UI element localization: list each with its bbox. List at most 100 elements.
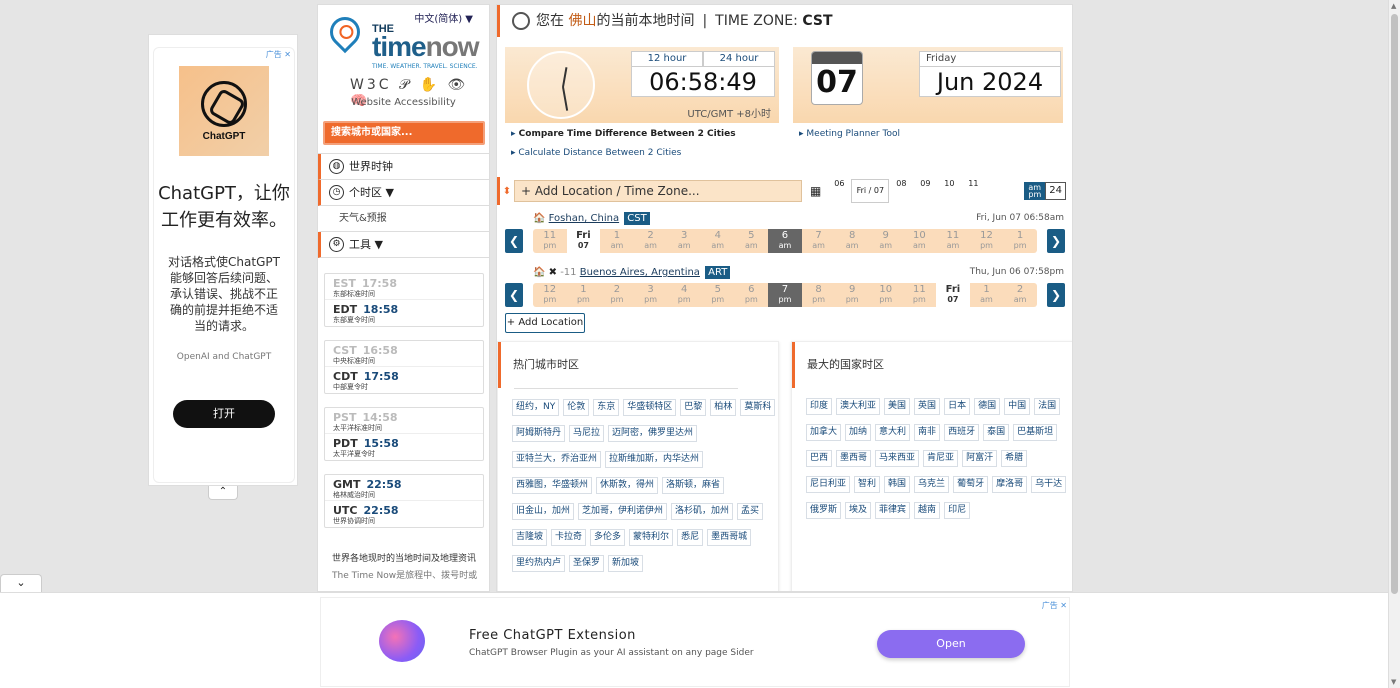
popular-city-link[interactable]: 蒙特利尔 — [629, 529, 674, 546]
date-item-selected[interactable]: Fri / 07 — [851, 179, 890, 203]
popular-city-link[interactable]: 圣保罗 — [569, 555, 605, 572]
hour-cell[interactable]: 3 am — [667, 229, 701, 253]
link-compare-time[interactable]: Compare Time Difference Between 2 Cities — [511, 129, 736, 139]
popular-city-link[interactable]: 西雅图，华盛顿州 — [512, 477, 593, 494]
hour-cell[interactable]: 3 pm — [634, 283, 668, 307]
hour-cell[interactable]: 11 pm — [533, 229, 567, 253]
scroll-down-arrow-icon[interactable]: ▼ — [1391, 678, 1396, 686]
hour-cell[interactable]: 11 pm — [903, 283, 937, 307]
country-link[interactable]: 尼日利亚 — [806, 476, 851, 493]
search-city-button[interactable]: 搜索城市或国家... — [323, 121, 485, 145]
country-link[interactable]: 加纳 — [845, 424, 872, 441]
popular-city-link[interactable]: 吉隆坡 — [512, 529, 548, 546]
popular-city-link[interactable]: 东京 — [593, 399, 620, 416]
popular-city-link[interactable]: 洛杉矶，加州 — [671, 503, 734, 520]
date-item[interactable]: 11 — [961, 179, 985, 203]
popular-city-link[interactable]: 莫斯科 — [740, 399, 776, 416]
popular-city-link[interactable]: 华盛顿特区 — [623, 399, 677, 416]
ad-marker[interactable]: 广告 ✕ — [1042, 600, 1067, 611]
hour-cell[interactable]: 5 am — [735, 229, 769, 253]
add-location-button[interactable]: + Add Location — [505, 313, 585, 333]
scroll-right-button[interactable]: ❯ — [1047, 283, 1065, 307]
date-item[interactable]: 06 — [827, 179, 851, 203]
add-location-input[interactable]: + Add Location / Time Zone... — [514, 180, 802, 202]
country-link[interactable]: 印度 — [806, 398, 833, 415]
date-item[interactable]: 10 — [937, 179, 961, 203]
popular-city-link[interactable]: 新加坡 — [608, 555, 644, 572]
popular-city-link[interactable]: 里约热内卢 — [512, 555, 566, 572]
bottom-ad-card[interactable]: 广告 ✕ Free ChatGPT Extension ChatGPT Brow… — [320, 597, 1070, 687]
hour-cell[interactable]: 1 pm — [567, 283, 601, 307]
popular-city-link[interactable]: 旧金山，加州 — [512, 503, 575, 520]
popular-city-link[interactable]: 悉尼 — [677, 529, 704, 546]
heading-city[interactable]: 佛山 — [568, 13, 596, 29]
bottom-ad-collapse-button[interactable]: ⌄ — [0, 574, 42, 592]
ampm-toggle[interactable]: am pm — [1024, 182, 1046, 200]
scroll-right-button[interactable]: ❯ — [1047, 229, 1065, 253]
home-icon[interactable]: 🏠 — [533, 213, 545, 224]
country-link[interactable]: 巴基斯坦 — [1013, 424, 1058, 441]
tab-24-hour[interactable]: 24 hour — [703, 51, 775, 67]
left-ad[interactable]: 广告 ✕ ChatGPT ChatGPT，让你工作更有效率。 对话格式使Chat… — [148, 34, 298, 486]
country-link[interactable]: 意大利 — [875, 424, 911, 441]
hour-cell[interactable]: 1 pm — [1003, 229, 1037, 253]
home-remove-icons[interactable]: 🏠 ✖ — [533, 267, 557, 278]
country-link[interactable]: 马来西亚 — [875, 450, 920, 467]
country-link[interactable]: 日本 — [944, 398, 971, 415]
popular-city-link[interactable]: 迈阿密，佛罗里达州 — [608, 425, 698, 442]
country-link[interactable]: 中国 — [1004, 398, 1031, 415]
country-link[interactable]: 泰国 — [983, 424, 1010, 441]
hour-cell[interactable]: 1 am — [600, 229, 634, 253]
tz-row[interactable]: CST 16:58 中央标准时间 — [325, 341, 483, 367]
popular-city-link[interactable]: 芝加哥，伊利诺伊州 — [578, 503, 668, 520]
popular-city-link[interactable]: 拉斯维加斯，内华达州 — [605, 451, 704, 468]
scroll-left-button[interactable]: ❮ — [505, 229, 523, 253]
popular-city-link[interactable]: 洛斯顿，麻省 — [662, 477, 725, 494]
popular-city-link[interactable]: 亚特兰大，乔治亚州 — [512, 451, 602, 468]
country-link[interactable]: 肯尼亚 — [923, 450, 959, 467]
tz-row[interactable]: UTC 22:58 世界协调时间 — [325, 501, 483, 527]
popular-city-link[interactable]: 墨西哥城 — [707, 529, 752, 546]
country-link[interactable]: 韩国 — [884, 476, 911, 493]
country-link[interactable]: 乌干达 — [1031, 476, 1067, 493]
hour-cell[interactable]: 10 pm — [869, 283, 903, 307]
hour-cell-current[interactable]: 6 am — [768, 229, 802, 253]
country-link[interactable]: 越南 — [914, 502, 941, 519]
link-calc-distance[interactable]: Calculate Distance Between 2 Cities — [511, 148, 736, 158]
hour-cell[interactable]: 9 pm — [835, 283, 869, 307]
tz-row[interactable]: GMT 22:58 格林威治时间 — [325, 475, 483, 501]
hour-cell[interactable]: 1 am — [970, 283, 1004, 307]
hour-cell[interactable]: 12 pm — [970, 229, 1004, 253]
left-ad-collapse-button[interactable]: ⌃ — [208, 486, 238, 500]
hour-cell[interactable]: 11 am — [936, 229, 970, 253]
popular-city-link[interactable]: 纽约，NY — [512, 399, 560, 416]
date-item[interactable]: 08 — [889, 179, 913, 203]
hour-cell-day[interactable]: Fri 07 — [936, 283, 970, 307]
hour-cell[interactable]: 4 am — [701, 229, 735, 253]
hour-cell[interactable]: 10 am — [903, 229, 937, 253]
menu-timezones[interactable]: ◷ 个时区 ▼ — [318, 180, 490, 206]
country-link[interactable]: 菲律宾 — [875, 502, 911, 519]
country-link[interactable]: 巴西 — [806, 450, 833, 467]
country-link[interactable]: 希腊 — [1001, 450, 1028, 467]
country-link[interactable]: 俄罗斯 — [806, 502, 842, 519]
tz-row[interactable]: EST 17:58 东部标准时间 — [325, 274, 483, 300]
country-link[interactable]: 乌克兰 — [914, 476, 950, 493]
popular-city-link[interactable]: 巴黎 — [680, 399, 707, 416]
calendar-small-icon[interactable]: ▦ — [810, 184, 821, 198]
hour-cell-day[interactable]: Fri 07 — [566, 229, 601, 253]
ad-title[interactable]: Free ChatGPT Extension — [469, 628, 636, 643]
tz-row[interactable]: PST 14:58 太平洋标准时间 — [325, 408, 483, 434]
hour-cell[interactable]: 8 pm — [802, 283, 836, 307]
menu-tools[interactable]: ⚙ 工具 ▼ — [318, 232, 490, 258]
ad-open-button[interactable]: 打开 — [173, 400, 275, 428]
scroll-left-button[interactable]: ❮ — [505, 283, 523, 307]
scroll-up-arrow-icon[interactable]: ▲ — [1391, 2, 1396, 10]
popular-city-link[interactable]: 伦敦 — [563, 399, 590, 416]
city-name[interactable]: Buenos Aires, Argentina — [580, 267, 700, 278]
menu-world-clock[interactable]: ◍ 世界时钟 — [318, 154, 490, 180]
popular-city-link[interactable]: 休斯敦，得州 — [596, 477, 659, 494]
hour-cell[interactable]: 8 am — [835, 229, 869, 253]
menu-weather[interactable]: 天气&预报 — [318, 206, 490, 232]
hour-cell[interactable]: 12 pm — [533, 283, 567, 307]
